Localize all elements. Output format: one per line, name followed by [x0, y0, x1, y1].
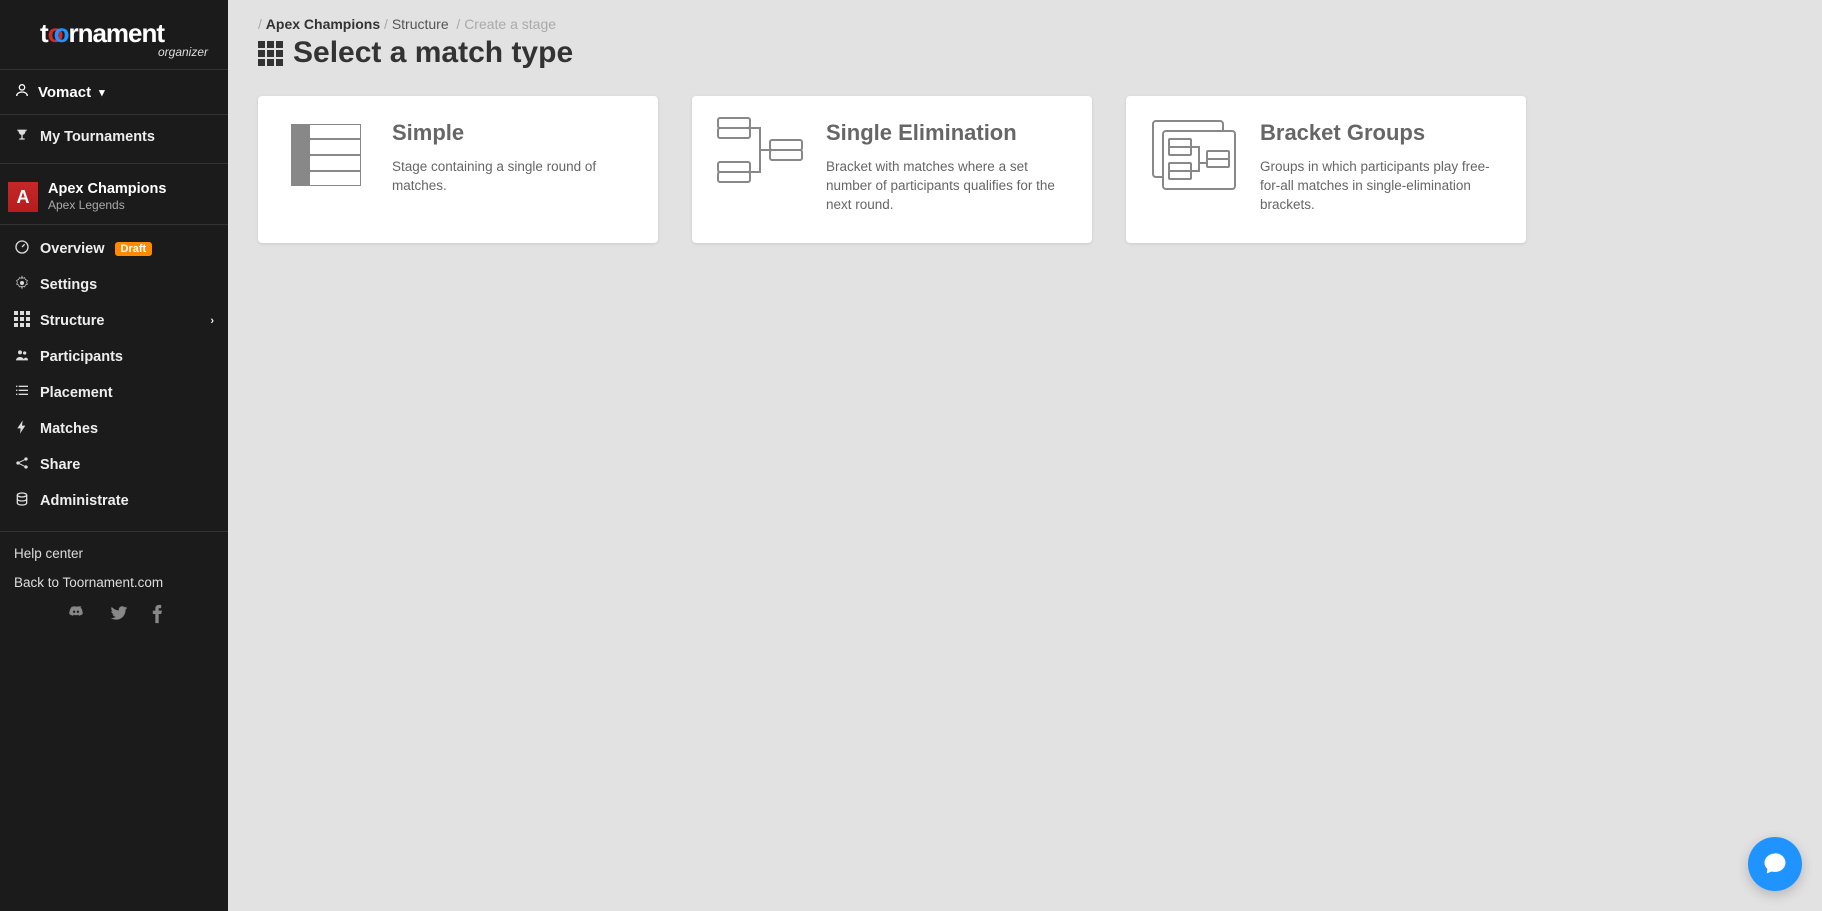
- nav-administrate[interactable]: Administrate: [0, 483, 228, 519]
- page-title: Select a match type: [258, 36, 1792, 70]
- card-title: Simple: [392, 120, 634, 146]
- user-icon: [14, 82, 30, 102]
- chevron-down-icon: ▾: [99, 86, 105, 99]
- nav-label: Matches: [40, 421, 98, 437]
- nav-label: Share: [40, 457, 80, 473]
- logo[interactable]: toornament organizer: [0, 0, 228, 69]
- dashboard-icon: [14, 239, 30, 259]
- users-icon: [14, 347, 30, 367]
- card-desc: Stage containing a single round of match…: [392, 158, 634, 196]
- nav-participants[interactable]: Participants: [0, 339, 228, 375]
- nav-label: My Tournaments: [40, 129, 155, 145]
- breadcrumb-tournament[interactable]: Apex Champions: [266, 16, 380, 32]
- tournament-name: Apex Champions: [48, 182, 166, 198]
- nav-label: Structure: [40, 313, 104, 329]
- chevron-right-icon: ›: [210, 315, 214, 327]
- grid-icon: [14, 311, 30, 331]
- user-name: Vomact: [38, 84, 91, 101]
- nav-label: Placement: [40, 385, 113, 401]
- draft-badge: Draft: [115, 242, 153, 256]
- nav-label: Participants: [40, 349, 123, 365]
- card-title: Single Elimination: [826, 120, 1068, 146]
- nav-structure[interactable]: Structure ›: [0, 303, 228, 339]
- gear-icon: [14, 275, 30, 295]
- list-icon: [14, 383, 30, 403]
- nav-label: Administrate: [40, 493, 129, 509]
- database-icon: [14, 491, 30, 511]
- sidebar: toornament organizer Vomact ▾ My Tournam…: [0, 0, 228, 911]
- nav-settings[interactable]: Settings: [0, 267, 228, 303]
- game-name: Apex Legends: [48, 198, 166, 212]
- discord-icon[interactable]: [65, 604, 87, 629]
- card-simple[interactable]: Simple Stage containing a single round o…: [258, 96, 658, 243]
- match-type-cards: Simple Stage containing a single round o…: [258, 96, 1792, 243]
- card-desc: Bracket with matches where a set number …: [826, 158, 1068, 215]
- facebook-icon[interactable]: [151, 604, 163, 629]
- game-icon: A: [8, 182, 38, 212]
- card-desc: Groups in which participants play free-f…: [1260, 158, 1502, 215]
- back-to-site-link[interactable]: Back to Toornament.com: [14, 575, 214, 590]
- breadcrumb: / Apex Champions / Structure / Create a …: [258, 16, 1792, 32]
- nav-matches[interactable]: Matches: [0, 411, 228, 447]
- simple-icon: [282, 120, 370, 190]
- user-menu[interactable]: Vomact ▾: [0, 69, 228, 115]
- chat-icon: [1761, 850, 1789, 878]
- share-icon: [14, 455, 30, 475]
- trophy-icon: [14, 127, 30, 147]
- nav-share[interactable]: Share: [0, 447, 228, 483]
- twitter-icon[interactable]: [109, 604, 129, 629]
- nav-overview[interactable]: Overview Draft: [0, 231, 228, 267]
- nav-label: Settings: [40, 277, 97, 293]
- nav-my-tournaments[interactable]: My Tournaments: [0, 115, 228, 155]
- nav-placement[interactable]: Placement: [0, 375, 228, 411]
- bracket-groups-icon: [1150, 120, 1238, 190]
- card-title: Bracket Groups: [1260, 120, 1502, 146]
- grid-icon: [258, 41, 283, 66]
- tournament-header[interactable]: A Apex Champions Apex Legends: [0, 170, 228, 225]
- chat-widget[interactable]: [1748, 837, 1802, 891]
- card-bracket-groups[interactable]: Bracket Groups Groups in which participa…: [1126, 96, 1526, 243]
- breadcrumb-current: Create a stage: [464, 16, 556, 32]
- sidebar-footer: Help center Back to Toornament.com: [0, 531, 228, 643]
- help-center-link[interactable]: Help center: [14, 546, 214, 561]
- breadcrumb-section[interactable]: Structure: [392, 16, 449, 32]
- bracket-icon: [716, 120, 804, 190]
- bolt-icon: [14, 419, 30, 439]
- nav-label: Overview: [40, 241, 105, 257]
- main-content: / Apex Champions / Structure / Create a …: [228, 0, 1822, 911]
- card-single-elimination[interactable]: Single Elimination Bracket with matches …: [692, 96, 1092, 243]
